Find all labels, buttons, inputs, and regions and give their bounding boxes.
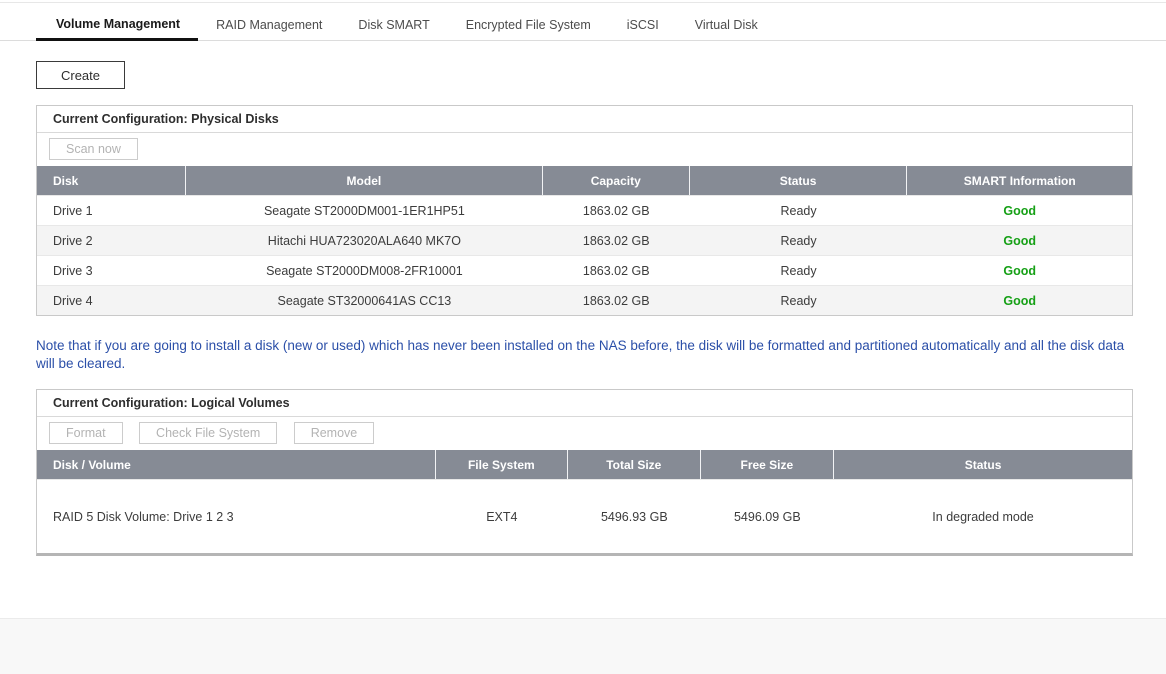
smart-status-good: Good <box>907 256 1131 285</box>
table-row-drive-3[interactable]: Drive 3 Seagate ST2000DM008-2FR10001 186… <box>37 255 1132 285</box>
status-cell: Ready <box>690 256 908 285</box>
tab-bar: Volume Management RAID Management Disk S… <box>0 2 1166 41</box>
tab-volume-management[interactable]: Volume Management <box>36 13 198 41</box>
disk-cell: Drive 2 <box>37 226 186 255</box>
col-capacity: Capacity <box>543 166 690 195</box>
capacity-cell: 1863.02 GB <box>543 256 690 285</box>
physical-disks-toolbar: Scan now <box>37 133 1132 166</box>
model-cell: Hitachi HUA723020ALA640 MK7O <box>186 226 543 255</box>
model-cell: Seagate ST2000DM001-1ER1HP51 <box>186 196 543 225</box>
logical-volumes-title: Current Configuration: Logical Volumes <box>37 390 1132 417</box>
table-row-raid5-volume[interactable]: RAID 5 Disk Volume: Drive 1 2 3 EXT4 549… <box>37 479 1132 553</box>
logical-volumes-toolbar: Format Check File System Remove <box>37 417 1132 450</box>
tab-iscsi[interactable]: iSCSI <box>609 14 677 41</box>
col-model: Model <box>186 166 543 195</box>
col-file-system: File System <box>436 450 568 479</box>
scan-now-button[interactable]: Scan now <box>49 138 138 160</box>
free-size-cell: 5496.09 GB <box>701 480 835 553</box>
file-system-cell: EXT4 <box>436 480 568 553</box>
smart-status-good: Good <box>907 196 1131 225</box>
disk-cell: Drive 4 <box>37 286 186 315</box>
volume-status-cell: In degraded mode <box>834 480 1132 553</box>
tab-virtual-disk[interactable]: Virtual Disk <box>677 14 776 41</box>
tab-raid-management[interactable]: RAID Management <box>198 14 340 41</box>
smart-status-good: Good <box>907 286 1131 315</box>
col-status: Status <box>690 166 908 195</box>
disk-format-warning-note: Note that if you are going to install a … <box>36 337 1136 373</box>
model-cell: Seagate ST32000641AS CC13 <box>186 286 543 315</box>
table-row-drive-2[interactable]: Drive 2 Hitachi HUA723020ALA640 MK7O 186… <box>37 225 1132 255</box>
status-cell: Ready <box>690 226 908 255</box>
col-volume-status: Status <box>834 450 1132 479</box>
logical-volumes-panel: Current Configuration: Logical Volumes F… <box>36 389 1133 556</box>
physical-disks-title: Current Configuration: Physical Disks <box>37 106 1132 133</box>
physical-disks-panel: Current Configuration: Physical Disks Sc… <box>36 105 1133 316</box>
check-file-system-button[interactable]: Check File System <box>139 422 277 444</box>
col-total-size: Total Size <box>568 450 700 479</box>
model-cell: Seagate ST2000DM008-2FR10001 <box>186 256 543 285</box>
capacity-cell: 1863.02 GB <box>543 196 690 225</box>
remove-button[interactable]: Remove <box>294 422 375 444</box>
disk-cell: Drive 3 <box>37 256 186 285</box>
col-disk-volume: Disk / Volume <box>37 450 436 479</box>
total-size-cell: 5496.93 GB <box>568 480 700 553</box>
format-button[interactable]: Format <box>49 422 123 444</box>
disk-cell: Drive 1 <box>37 196 186 225</box>
tab-disk-smart[interactable]: Disk SMART <box>340 14 447 41</box>
status-cell: Ready <box>690 196 908 225</box>
col-free-size: Free Size <box>701 450 835 479</box>
table-row-drive-1[interactable]: Drive 1 Seagate ST2000DM001-1ER1HP51 186… <box>37 195 1132 225</box>
smart-status-good: Good <box>907 226 1131 255</box>
create-button[interactable]: Create <box>36 61 125 89</box>
logical-table-header: Disk / Volume File System Total Size Fre… <box>37 450 1132 479</box>
status-cell: Ready <box>690 286 908 315</box>
col-disk: Disk <box>37 166 186 195</box>
physical-table-header: Disk Model Capacity Status SMART Informa… <box>37 166 1132 195</box>
capacity-cell: 1863.02 GB <box>543 286 690 315</box>
table-row-drive-4[interactable]: Drive 4 Seagate ST32000641AS CC13 1863.0… <box>37 285 1132 315</box>
capacity-cell: 1863.02 GB <box>543 226 690 255</box>
volume-name-cell: RAID 5 Disk Volume: Drive 1 2 3 <box>37 480 436 553</box>
tab-encrypted-file-system[interactable]: Encrypted File System <box>448 14 609 41</box>
footer-strip <box>0 618 1166 674</box>
col-smart-information: SMART Information <box>907 166 1131 195</box>
